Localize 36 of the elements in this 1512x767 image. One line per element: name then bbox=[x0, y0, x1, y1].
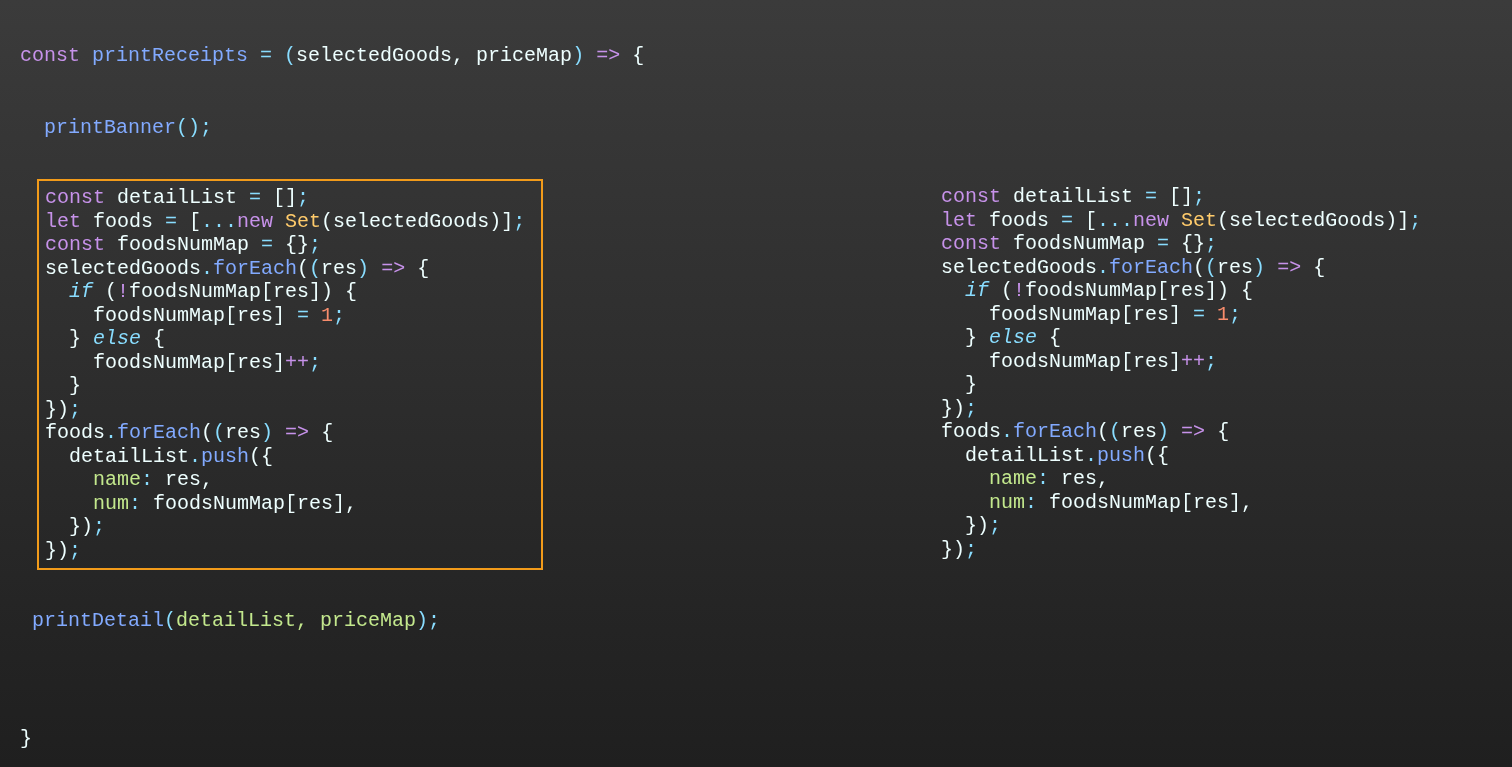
code-line: } bbox=[20, 726, 32, 750]
code-line: printBanner(); bbox=[44, 115, 213, 139]
code-line: } bbox=[68, 374, 81, 398]
code-line: selectedGoods.forEach((res) => { bbox=[941, 255, 1326, 279]
code-line: let foods = [...new Set(selectedGoods)]; bbox=[941, 208, 1422, 232]
code-line: }); bbox=[68, 515, 106, 539]
code-line: }); bbox=[941, 396, 978, 420]
code-line: const foodsNumMap = {}; bbox=[941, 232, 1218, 256]
code-line: if (!foodsNumMap[res]) { bbox=[964, 279, 1254, 303]
code-line: foodsNumMap[res]++; bbox=[988, 349, 1218, 373]
code-line: }); bbox=[941, 537, 978, 561]
code-line: foods.forEach((res) => { bbox=[45, 421, 334, 445]
code-line: num: foodsNumMap[res], bbox=[92, 491, 358, 515]
code-line: name: res, bbox=[988, 467, 1110, 491]
code-line: }); bbox=[45, 397, 82, 421]
code-line: foods.forEach((res) => { bbox=[941, 420, 1230, 444]
code-line: foodsNumMap[res] = 1; bbox=[988, 302, 1242, 326]
code-line: detailList.push({ bbox=[964, 443, 1170, 467]
code-line: foodsNumMap[res] = 1; bbox=[92, 303, 346, 327]
code-line: } else { bbox=[68, 327, 166, 351]
code-line: if (!foodsNumMap[res]) { bbox=[68, 280, 358, 304]
code-line: name: res, bbox=[92, 468, 214, 492]
code-line: const foodsNumMap = {}; bbox=[45, 233, 322, 257]
code-line: const detailList = []; bbox=[45, 186, 310, 210]
code-line: selectedGoods.forEach((res) => { bbox=[45, 256, 430, 280]
code-line: foodsNumMap[res]++; bbox=[92, 350, 322, 374]
code-line: let foods = [...new Set(selectedGoods)]; bbox=[45, 209, 526, 233]
code-line: printDetail(detailList, priceMap); bbox=[32, 609, 441, 633]
code-line: }); bbox=[964, 514, 1002, 538]
code-line: const detailList = []; bbox=[941, 185, 1206, 209]
code-line: } bbox=[964, 373, 977, 397]
code-line: num: foodsNumMap[res], bbox=[988, 490, 1254, 514]
code-line: } else { bbox=[964, 326, 1062, 350]
code-line: detailList.push({ bbox=[68, 444, 274, 468]
code-line: }); bbox=[45, 538, 82, 562]
code-line: const printReceipts = (selectedGoods, priceMap) => { bbox=[20, 44, 645, 68]
